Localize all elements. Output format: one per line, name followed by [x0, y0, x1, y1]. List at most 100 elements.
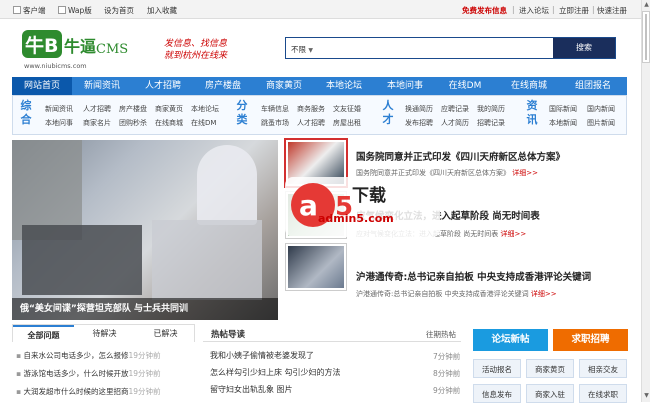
nav-mall[interactable]: 在线商城 [496, 77, 562, 95]
subnav-link[interactable]: 人才招聘 [83, 104, 111, 114]
set-homepage-link[interactable]: 设为首页 [104, 5, 134, 16]
subnav-link[interactable]: 本地问事 [45, 118, 73, 128]
nav-home[interactable]: 网站首页 [12, 77, 72, 95]
news-more-link[interactable]: 详细>> [531, 290, 557, 298]
subnav-link[interactable]: 本地新闻 [549, 118, 577, 128]
top-bar: 客户端 Wap版 设为首页 加入收藏 免费发布信息 | 进入论坛 | 立即注册 … [0, 0, 641, 19]
site-logo[interactable]: 牛B 牛逼 CMS [22, 26, 124, 62]
free-post-link[interactable]: 免费发布信息 [462, 5, 507, 16]
subnav-link[interactable]: 发布招聘 [405, 118, 433, 128]
main-nav: 网站首页 新闻资讯 人才招聘 房产楼盘 商家黄页 本地论坛 本地问事 在线DM … [12, 77, 627, 95]
search-box: 不限 ▼ 搜索 [285, 37, 616, 59]
list-item[interactable]: ▪ 游泳馆电话多少，什么时候开放19分钟前 [16, 368, 161, 379]
enter-forum-link[interactable]: 进入论坛 [519, 5, 549, 16]
hero-slideshow[interactable]: 俄“美女间谍”探营坦克部队 与士兵共同训 [12, 140, 278, 320]
nav-local-qa[interactable]: 本地问事 [375, 77, 435, 95]
subnav-link[interactable]: 人才招聘 [297, 118, 325, 128]
job-post-button[interactable]: 求职招聘 [553, 329, 628, 351]
sub-nav: 综合 新闻资讯 人才招聘 房产楼盘 商家黄页 本地论坛 本地问事 商家名片 团购… [12, 95, 627, 135]
tab-pending[interactable]: 待解决 [74, 325, 135, 343]
nav-dm[interactable]: 在线DM [435, 77, 495, 95]
nav-group[interactable]: 组团报名 [562, 77, 624, 95]
info-post-button[interactable]: 信息发布 [473, 384, 521, 403]
hot-post-link[interactable]: 怎么样勾引少妇上床 勾引少妇的方法 [210, 367, 341, 378]
subnav-link[interactable]: 本地论坛 [191, 104, 219, 114]
wap-link[interactable]: Wap版 [58, 5, 92, 16]
nav-news[interactable]: 新闻资讯 [72, 77, 132, 95]
news-thumbnail[interactable] [285, 243, 347, 291]
list-item[interactable]: ▪ 大润发超市什么时候的这里招商19分钟前 [16, 386, 161, 397]
logo-url: www.niubicms.com [24, 62, 87, 70]
subnav-link[interactable]: 车辆信息 [261, 104, 289, 114]
business-yellow-button[interactable]: 商家黄页 [526, 359, 574, 378]
nav-forum[interactable]: 本地论坛 [314, 77, 374, 95]
subnav-link[interactable]: 在线DM [191, 118, 216, 128]
news-headline[interactable]: 沪港通传奇:总书记亲自拍板 中央支持成香港评论关键词 [356, 269, 591, 283]
activity-signup-button[interactable]: 活动报名 [473, 359, 521, 378]
nav-business[interactable]: 商家黄页 [254, 77, 314, 95]
search-category-select[interactable]: 不限 ▼ [291, 44, 313, 55]
scrollbar-thumb[interactable] [642, 11, 650, 63]
hero-image-part [22, 225, 142, 295]
subnav-link[interactable]: 人才简历 [441, 118, 469, 128]
subnav-link[interactable]: 国内新闻 [587, 104, 615, 114]
subnav-link[interactable]: 图片新闻 [587, 118, 615, 128]
add-favorite-link[interactable]: 加入收藏 [147, 5, 177, 16]
nav-jobs[interactable]: 人才招聘 [133, 77, 193, 95]
subnav-link[interactable]: 房屋出租 [333, 118, 361, 128]
right-buttons: 论坛新帖 求职招聘 [473, 329, 628, 351]
news-headline[interactable]: 国务院同意并正式印发《四川天府新区总体方案》 [356, 149, 565, 163]
subnav-link[interactable]: 我的简历 [477, 104, 505, 114]
nav-property[interactable]: 房产楼盘 [193, 77, 253, 95]
scroll-up-icon[interactable]: ▲ [643, 1, 650, 9]
tab-all-questions[interactable]: 全部问题 [13, 325, 74, 343]
subnav-group-label: 综合 [20, 99, 32, 126]
subnav-link[interactable]: 房产楼盘 [119, 104, 147, 114]
subnav-link[interactable]: 商务服务 [297, 104, 325, 114]
tab-solved[interactable]: 已解决 [135, 325, 196, 343]
client-link[interactable]: 客户端 [13, 5, 46, 16]
subnav-link[interactable]: 换通简历 [405, 104, 433, 114]
scrollbar[interactable]: ▲ ▼ [641, 0, 650, 402]
subnav-link[interactable]: 文友征婚 [333, 104, 361, 114]
svg-text:牛逼: 牛逼 [64, 37, 96, 56]
news-more-link[interactable]: 详细>> [512, 169, 538, 177]
separator: | [592, 5, 595, 14]
list-item[interactable]: ▪ 自来水公司电话多少，怎么报修19分钟前 [16, 350, 161, 361]
subnav-link[interactable]: 跳蚤市场 [261, 118, 289, 128]
subnav-link[interactable]: 商家黄页 [155, 104, 183, 114]
subnav-group-label: 人才 [382, 99, 394, 126]
hot-post-link[interactable]: 留守妇女出轨乱象 图片 [210, 384, 293, 395]
slogan: 发信息、找信息 就到杭州在线来 [164, 38, 244, 62]
news-more-link[interactable]: 详细>> [500, 230, 526, 238]
hot-post-time: 8分钟前 [433, 369, 461, 378]
subnav-link[interactable]: 招聘记录 [477, 118, 505, 128]
slogan-line-1: 发信息、找信息 [164, 39, 228, 49]
hero-image-part [152, 220, 262, 300]
phone-icon [13, 6, 21, 14]
online-job-button[interactable]: 在线求职 [579, 384, 627, 403]
subnav-link[interactable]: 应聘记录 [441, 104, 469, 114]
chevron-down-icon: ▼ [308, 47, 314, 54]
merchant-join-button[interactable]: 商家入驻 [526, 384, 574, 403]
subnav-link[interactable]: 商家名片 [83, 118, 111, 128]
news-desc: 沪港通传奇:总书记亲自拍板 中央支持成香港评论关键词 详细>> [356, 290, 557, 298]
hero-image-part [197, 145, 257, 225]
scroll-down-icon[interactable]: ▼ [643, 392, 650, 400]
hot-posts-title: 热帖导读 [211, 330, 246, 340]
subnav-link[interactable]: 团购秒杀 [119, 118, 147, 128]
slogan-line-2: 就到杭州在线来 [164, 51, 228, 61]
hero-caption[interactable]: 俄“美女间谍”探营坦克部队 与士兵共同训 [12, 298, 278, 320]
forum-new-post-button[interactable]: 论坛新帖 [473, 329, 548, 351]
quick-register-link[interactable]: 快速注册 [597, 5, 627, 16]
subnav-link[interactable]: 国际新闻 [549, 104, 577, 114]
subnav-link[interactable]: 新闻资讯 [45, 104, 73, 114]
past-hot-link[interactable]: 往期热帖 [426, 329, 456, 340]
hot-post-link[interactable]: 我和小姨子偷情被老婆发现了 [210, 350, 314, 361]
subnav-link[interactable]: 在线商城 [155, 118, 183, 128]
register-link[interactable]: 立即注册 [559, 5, 589, 16]
hot-post-time: 9分钟前 [433, 386, 461, 395]
dating-button[interactable]: 相亲交友 [579, 359, 627, 378]
subnav-group-label: 资讯 [526, 99, 538, 126]
search-button[interactable]: 搜索 [553, 38, 615, 58]
